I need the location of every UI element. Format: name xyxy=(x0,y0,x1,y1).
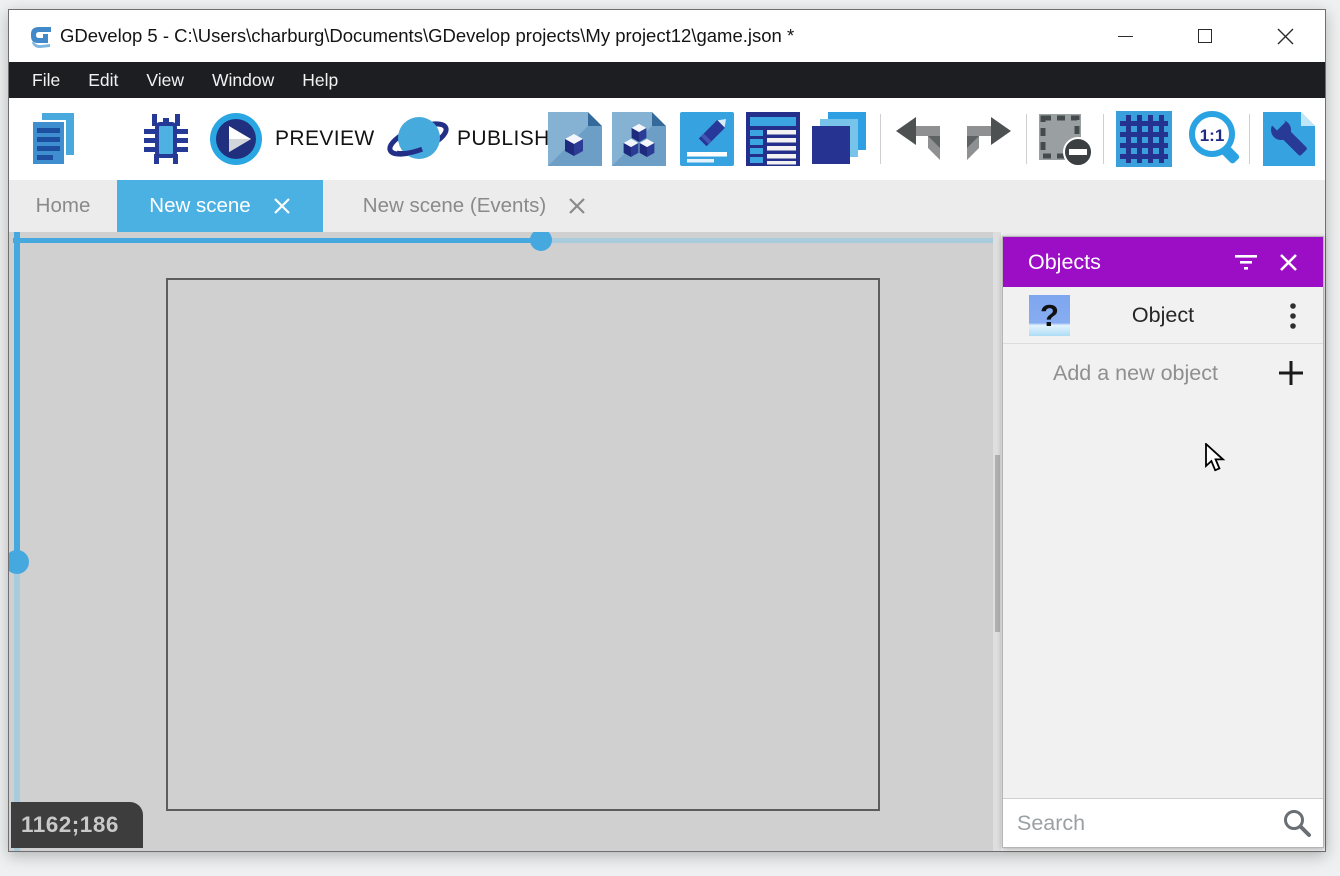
close-icon xyxy=(1279,253,1298,272)
toolbar-separator xyxy=(880,114,881,164)
object-thumbnail-icon: ? xyxy=(1029,295,1070,336)
preview-play-icon xyxy=(208,111,264,167)
filter-icon xyxy=(1234,254,1258,270)
kebab-menu-icon xyxy=(1290,303,1296,329)
menu-view[interactable]: View xyxy=(132,62,198,98)
vertical-scroll-thumb[interactable] xyxy=(9,550,29,574)
horizontal-scroll-thumb[interactable] xyxy=(530,232,552,251)
add-object-row[interactable]: Add a new object xyxy=(1003,344,1323,402)
toolbar-separator xyxy=(1026,114,1027,164)
scene-canvas[interactable]: 1162;186 xyxy=(9,232,1001,851)
objects-panel-empty-space xyxy=(1003,402,1323,798)
objects-panel-title: Objects xyxy=(1028,250,1225,275)
undo-icon xyxy=(894,115,948,163)
vertical-scroll-line[interactable] xyxy=(14,232,20,562)
tab-new-scene[interactable]: New scene xyxy=(117,180,323,232)
debugger-button[interactable] xyxy=(139,111,193,167)
tab-new-scene-events[interactable]: New scene (Events) xyxy=(323,180,626,232)
search-icon xyxy=(1281,808,1313,840)
preview-button-label-wrap[interactable]: PREVIEW xyxy=(275,111,375,167)
publish-button-label-wrap[interactable]: PUBLISH xyxy=(457,111,550,167)
canvas-scrollbar-thumb[interactable] xyxy=(995,455,1000,632)
objects-panel: Objects ? Object xyxy=(1002,236,1324,848)
project-manager-icon xyxy=(28,112,78,166)
add-object-label: Add a new object xyxy=(1053,361,1277,386)
close-button[interactable] xyxy=(1245,10,1325,62)
horizontal-scroll-line[interactable] xyxy=(541,238,995,243)
tab-close-icon[interactable] xyxy=(568,197,586,215)
mouse-cursor xyxy=(1205,443,1231,473)
events-sheet-button[interactable] xyxy=(746,111,800,167)
cursor-coordinates-badge: 1162;186 xyxy=(11,802,143,848)
title-bar: GDevelop 5 - C:\Users\charburg\Documents… xyxy=(9,10,1325,62)
layers-icon xyxy=(810,111,868,167)
maximize-button[interactable] xyxy=(1165,10,1245,62)
object-icon-glyph: ? xyxy=(1040,298,1059,334)
scene-3d-icon xyxy=(612,112,666,166)
horizontal-scroll-line[interactable] xyxy=(13,238,541,243)
toolbar-separator xyxy=(1103,114,1104,164)
minimize-icon xyxy=(1118,36,1133,37)
wrench-icon xyxy=(1263,111,1319,167)
gdevelop-logo-icon xyxy=(28,24,54,50)
scene-file-icon xyxy=(548,112,602,166)
menu-window[interactable]: Window xyxy=(198,62,288,98)
edit-pencil-icon xyxy=(680,112,734,166)
layers-button[interactable] xyxy=(810,111,868,167)
grid-icon xyxy=(1116,111,1172,167)
scene-boundary-rect xyxy=(166,278,880,811)
events-sheet-icon xyxy=(746,112,800,166)
redo-icon xyxy=(959,115,1013,163)
plus-icon[interactable] xyxy=(1277,359,1305,387)
debugger-icon xyxy=(139,112,193,166)
tab-new-scene-label: New scene xyxy=(149,194,250,218)
tab-close-icon[interactable] xyxy=(273,197,291,215)
close-icon xyxy=(1277,28,1294,45)
zoom-ratio-text: 1:1 xyxy=(1200,126,1225,145)
publish-button[interactable] xyxy=(385,111,451,167)
menu-file[interactable]: File xyxy=(18,62,74,98)
toggle-grid-button[interactable] xyxy=(1116,111,1172,167)
zoom-one-to-one-icon: 1:1 xyxy=(1186,110,1246,168)
search-input[interactable] xyxy=(1003,799,1323,847)
toolbar: PREVIEW PUBLISH xyxy=(9,98,1325,180)
menu-help[interactable]: Help xyxy=(288,62,352,98)
tab-new-scene-events-label: New scene (Events) xyxy=(363,194,546,218)
object-menu-button[interactable] xyxy=(1279,301,1307,331)
object-list-item[interactable]: ? Object xyxy=(1003,287,1323,344)
window-title: GDevelop 5 - C:\Users\charburg\Documents… xyxy=(60,10,794,62)
project-manager-button[interactable] xyxy=(28,111,78,167)
content-area: 1162;186 Objects xyxy=(9,232,1325,851)
toolbar-separator xyxy=(1249,114,1250,164)
maximize-icon xyxy=(1198,29,1212,43)
preview-button[interactable] xyxy=(208,111,264,167)
tab-bar: Home New scene New scene (Events) xyxy=(9,180,1325,232)
menu-edit[interactable]: Edit xyxy=(74,62,132,98)
close-panel-button[interactable] xyxy=(1267,245,1309,279)
edit-scene-properties-button[interactable] xyxy=(680,111,734,167)
minimize-button[interactable] xyxy=(1085,10,1165,62)
search-bar xyxy=(1003,798,1323,847)
tab-home[interactable]: Home xyxy=(9,180,117,232)
scene-editor-button[interactable] xyxy=(548,111,602,167)
publish-label: PUBLISH xyxy=(457,127,550,151)
filter-button[interactable] xyxy=(1225,245,1267,279)
scene-3d-button[interactable] xyxy=(612,111,666,167)
window-controls xyxy=(1085,10,1325,62)
undo-button[interactable] xyxy=(894,111,948,167)
menu-bar: File Edit View Window Help xyxy=(9,62,1325,98)
objects-panel-header: Objects xyxy=(1003,237,1323,287)
app-window: GDevelop 5 - C:\Users\charburg\Documents… xyxy=(8,9,1326,852)
preview-label: PREVIEW xyxy=(275,127,375,151)
publish-globe-icon xyxy=(385,110,451,168)
zoom-one-to-one-button[interactable]: 1:1 xyxy=(1186,111,1246,167)
tab-home-label: Home xyxy=(36,194,91,218)
deselect-mask-icon xyxy=(1037,111,1093,167)
redo-button[interactable] xyxy=(959,111,1013,167)
project-settings-button[interactable] xyxy=(1263,111,1319,167)
deselect-instances-button[interactable] xyxy=(1037,111,1093,167)
coordinates-value: 1162;186 xyxy=(21,812,119,838)
